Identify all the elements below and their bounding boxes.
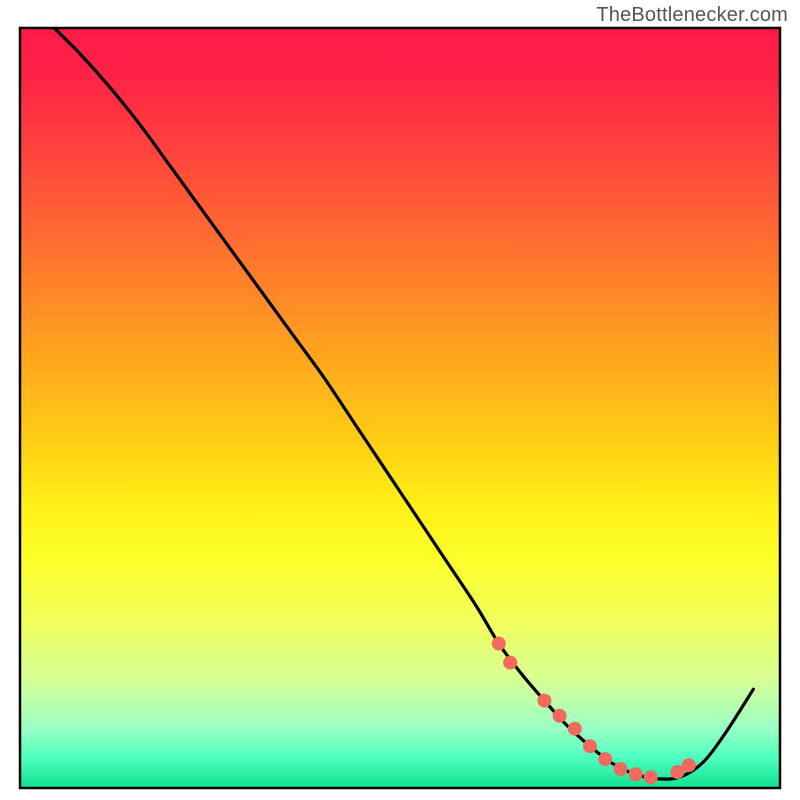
highlight-dot: [613, 762, 627, 776]
chart-svg: [0, 0, 800, 800]
highlight-dot: [598, 752, 612, 766]
attribution-text: TheBottlenecker.com: [596, 4, 788, 27]
highlight-dot: [568, 722, 582, 736]
highlight-dot: [629, 767, 643, 781]
highlight-dot: [503, 656, 517, 670]
highlight-dot: [644, 770, 658, 784]
chart-container: TheBottlenecker.com: [0, 0, 800, 800]
highlight-dot: [492, 637, 506, 651]
highlight-dot: [682, 758, 696, 772]
highlight-dot: [583, 739, 597, 753]
plot-background: [20, 28, 780, 788]
highlight-dot: [553, 709, 567, 723]
highlight-dot: [537, 694, 551, 708]
